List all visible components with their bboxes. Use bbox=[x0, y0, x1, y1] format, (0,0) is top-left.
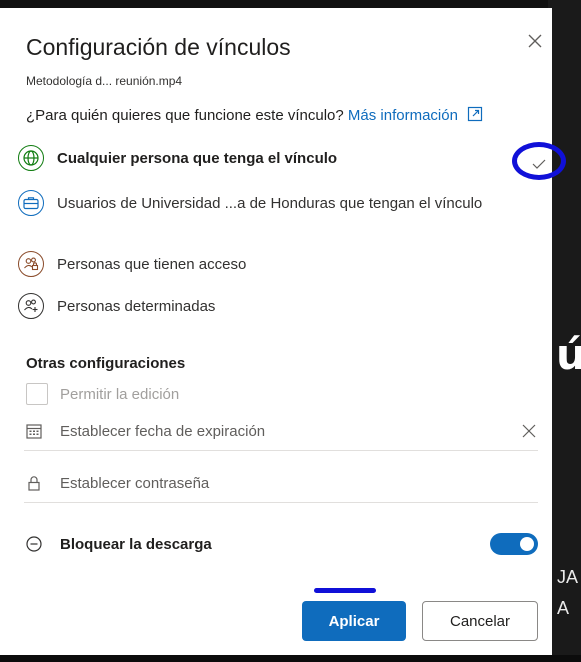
audience-question: ¿Para quién quieres que funcione este ví… bbox=[26, 106, 483, 126]
option-specific-people[interactable]: Personas determinadas bbox=[18, 293, 538, 319]
people-add-icon bbox=[18, 293, 44, 319]
option-anyone-label: Cualquier persona que tenga el vínculo bbox=[57, 150, 338, 167]
expiration-date-field[interactable]: Establecer fecha de expiración bbox=[24, 412, 538, 451]
close-button[interactable] bbox=[524, 30, 546, 52]
other-settings-title: Otras configuraciones bbox=[26, 355, 186, 372]
clear-date-button[interactable] bbox=[520, 422, 538, 440]
option-anyone[interactable]: Cualquier persona que tenga el vínculo bbox=[18, 145, 538, 171]
block-download-label: Bloquear la descarga bbox=[60, 535, 212, 553]
background-text: ú bbox=[556, 330, 581, 379]
option-organization[interactable]: Usuarios de Universidad ...a de Honduras… bbox=[18, 190, 538, 216]
block-download-toggle[interactable] bbox=[490, 533, 538, 555]
option-specific-people-label: Personas determinadas bbox=[57, 298, 216, 315]
dialog-title: Configuración de vínculos bbox=[26, 34, 291, 60]
background-caption-1: JA bbox=[557, 567, 579, 587]
expiration-date-input[interactable]: Establecer fecha de expiración bbox=[60, 423, 520, 440]
briefcase-icon bbox=[18, 190, 44, 216]
allow-edit-row[interactable]: Permitir la edición bbox=[26, 383, 179, 405]
option-existing-access-label: Personas que tienen acceso bbox=[57, 256, 247, 273]
file-name: Metodología d... reunión.mp4 bbox=[26, 74, 183, 88]
audience-question-text: ¿Para quién quieres que funcione este ví… bbox=[26, 107, 344, 124]
block-download-row: Bloquear la descarga bbox=[24, 531, 538, 557]
option-existing-access[interactable]: Personas que tienen acceso bbox=[18, 251, 538, 277]
option-organization-label: Usuarios de Universidad ...a de Honduras… bbox=[57, 195, 483, 212]
close-icon[interactable] bbox=[524, 30, 546, 52]
external-link-icon[interactable] bbox=[467, 106, 483, 126]
lock-icon bbox=[24, 473, 44, 493]
calendar-icon[interactable] bbox=[24, 421, 44, 441]
toggle-knob bbox=[520, 537, 534, 551]
allow-edit-label: Permitir la edición bbox=[60, 385, 180, 403]
cancel-button[interactable]: Cancelar bbox=[422, 601, 538, 641]
block-icon bbox=[24, 534, 44, 554]
apply-button[interactable]: Aplicar bbox=[302, 601, 406, 641]
clear-icon[interactable] bbox=[520, 422, 538, 440]
allow-edit-checkbox[interactable] bbox=[26, 383, 48, 405]
annotation-underline bbox=[314, 588, 376, 593]
background-caption-2: A bbox=[557, 598, 570, 618]
link-settings-dialog: Configuración de vínculos Metodología d.… bbox=[0, 8, 566, 655]
learn-more-link[interactable]: Más información bbox=[348, 107, 458, 124]
password-input[interactable]: Establecer contraseña bbox=[60, 475, 538, 492]
password-field[interactable]: Establecer contraseña bbox=[24, 464, 538, 503]
people-lock-icon bbox=[18, 251, 44, 277]
bottom-bar bbox=[0, 655, 581, 662]
globe-icon bbox=[18, 145, 44, 171]
annotation-circle bbox=[512, 142, 566, 180]
